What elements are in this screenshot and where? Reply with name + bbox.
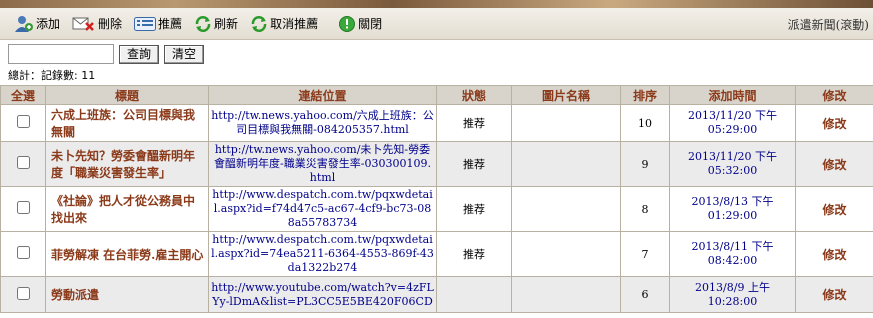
title-cell: 未卜先知？勞委會醞新明年度「職業災害發生率」 xyxy=(45,141,209,187)
add-button-label: 添加 xyxy=(36,17,61,31)
edit-link[interactable]: 修改 xyxy=(795,104,873,142)
date-cell: 2013/8/13 下午 01:29:00 xyxy=(669,186,796,232)
table-row: 《社論》把人才從公務員中找出來 http://www.despatch.com.… xyxy=(0,186,873,232)
url-header: 連結位置 xyxy=(208,85,437,105)
url-cell[interactable]: http://tw.news.yahoo.com/未卜先知-勞委會醞新明年度-職… xyxy=(208,141,437,187)
edit-header: 修改 xyxy=(795,85,873,105)
row-checkbox-cell xyxy=(0,186,46,232)
image-name-cell xyxy=(511,141,621,187)
table-row: 未卜先知？勞委會醞新明年度「職業災害發生率」 http://tw.news.ya… xyxy=(0,141,873,187)
image-name-cell xyxy=(511,276,621,313)
title-cell: 六成上班族：公司目標與我無關 xyxy=(45,104,209,142)
row-checkbox[interactable] xyxy=(16,246,30,259)
cancel-recommend-button[interactable]: 取消推薦 xyxy=(250,15,318,33)
add-user-icon xyxy=(15,15,33,32)
close-icon xyxy=(339,15,356,32)
image-name-cell xyxy=(511,186,621,232)
edit-link[interactable]: 修改 xyxy=(795,141,873,187)
table-row: 菲勞解凍 在台菲勞.雇主開心 http://www.despatch.com.t… xyxy=(0,231,873,277)
order-cell: 10 xyxy=(620,104,670,142)
status-cell: 推荐 xyxy=(436,231,512,277)
close-button-label: 關閉 xyxy=(358,17,383,31)
row-checkbox[interactable] xyxy=(16,115,30,128)
title-cell: 《社論》把人才從公務員中找出來 xyxy=(45,186,209,232)
close-button[interactable]: 關閉 xyxy=(338,15,382,33)
record-summary: 總計：記錄數: 11 xyxy=(8,69,96,82)
date-added-header: 添加時間 xyxy=(669,85,796,105)
refresh-button[interactable]: 刷新 xyxy=(194,15,238,33)
date-cell: 2013/8/9 上午 10:28:00 xyxy=(669,276,796,313)
row-checkbox-cell xyxy=(0,141,46,187)
url-cell[interactable]: http://www.youtube.com/watch?v=4zFLYy-lD… xyxy=(208,276,437,313)
delete-icon xyxy=(72,17,94,31)
query-button[interactable]: 查詢 xyxy=(119,44,160,64)
row-checkbox[interactable] xyxy=(16,156,30,169)
date-cell: 2013/11/20 下午 05:29:00 xyxy=(669,104,796,142)
delete-button-label: 刪除 xyxy=(98,17,123,31)
status-cell: 推荐 xyxy=(436,104,512,142)
status-cell: 推荐 xyxy=(436,141,512,187)
title-cell: 勞動派遣 xyxy=(45,276,209,313)
url-cell[interactable]: http://www.despatch.com.tw/pqxwdetail.as… xyxy=(208,231,437,277)
header-banner xyxy=(0,0,873,8)
news-table: 全選 標題 連結位置 狀態 圖片名稱 排序 添加時間 修改 六成上班族：公司目標… xyxy=(0,85,873,313)
date-cell: 2013/11/20 下午 05:32:00 xyxy=(669,141,796,187)
edit-link[interactable]: 修改 xyxy=(795,231,873,277)
order-cell: 8 xyxy=(620,186,670,232)
order-cell: 9 xyxy=(620,141,670,187)
row-checkbox-cell xyxy=(0,104,46,142)
recommend-list-icon xyxy=(134,16,157,31)
edit-link[interactable]: 修改 xyxy=(795,276,873,313)
date-cell: 2013/8/11 下午 08:42:00 xyxy=(669,231,796,277)
status-cell: 推荐 xyxy=(436,186,512,232)
page-title: 派遣新聞(滾動) xyxy=(787,18,869,32)
image-name-cell xyxy=(511,104,621,142)
status-header: 狀態 xyxy=(436,85,512,105)
add-button[interactable]: 添加 xyxy=(14,15,60,33)
delete-button[interactable]: 刪除 xyxy=(72,15,122,32)
toolbar: 添加 刪除 推薦 刷新 取消推薦 關閉 派遣新聞(滾動) xyxy=(0,8,873,40)
url-cell[interactable]: http://www.despatch.com.tw/pqxwdetail.as… xyxy=(208,186,437,232)
clear-button[interactable]: 清空 xyxy=(164,44,205,64)
image-name-header: 圖片名稱 xyxy=(511,85,621,105)
refresh-icon xyxy=(195,15,211,32)
refresh-button-label: 刷新 xyxy=(214,17,239,31)
order-cell: 6 xyxy=(620,276,670,313)
table-row: 勞動派遣 http://www.youtube.com/watch?v=4zFL… xyxy=(0,276,873,313)
cancel-recommend-icon xyxy=(251,15,267,32)
row-checkbox[interactable] xyxy=(16,201,30,214)
recommend-button-label: 推薦 xyxy=(158,17,183,31)
row-checkbox-cell xyxy=(0,231,46,277)
cancel-recommend-button-label: 取消推薦 xyxy=(270,17,319,31)
status-cell xyxy=(436,276,512,313)
select-all-header[interactable]: 全選 xyxy=(0,85,46,105)
order-cell: 7 xyxy=(620,231,670,277)
row-checkbox[interactable] xyxy=(16,286,30,300)
title-cell: 菲勞解凍 在台菲勞.雇主開心 xyxy=(45,231,209,277)
table-header-row: 全選 標題 連結位置 狀態 圖片名稱 排序 添加時間 修改 xyxy=(0,85,873,105)
image-name-cell xyxy=(511,231,621,277)
search-bar: 查詢 清空 xyxy=(0,40,873,68)
recommend-button[interactable]: 推薦 xyxy=(134,15,182,32)
row-checkbox-cell xyxy=(0,276,46,313)
order-header: 排序 xyxy=(620,85,670,105)
edit-link[interactable]: 修改 xyxy=(795,186,873,232)
search-input[interactable] xyxy=(8,44,114,64)
url-cell[interactable]: http://tw.news.yahoo.com/六成上班族：公司目標與我無關-… xyxy=(208,104,437,142)
title-header: 標題 xyxy=(45,85,209,105)
table-row: 六成上班族：公司目標與我無關 http://tw.news.yahoo.com/… xyxy=(0,104,873,142)
